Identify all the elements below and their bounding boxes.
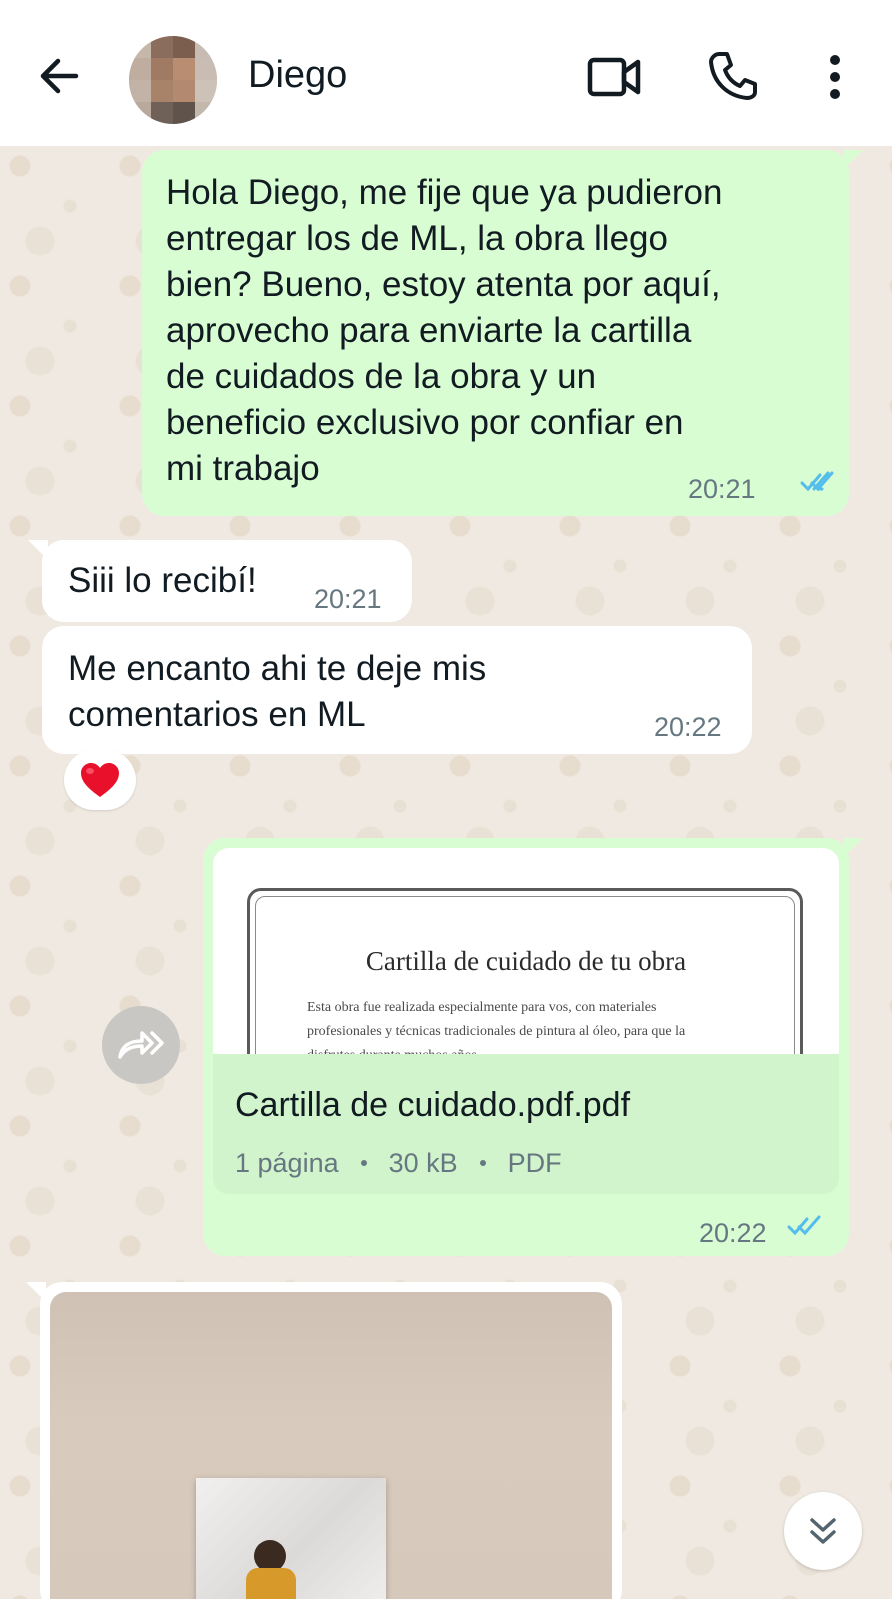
document-preview[interactable]: Cartilla de cuidado de tu obra Esta obra…	[213, 848, 839, 1054]
bubble-tail	[843, 838, 863, 858]
phone-icon	[709, 52, 757, 100]
message-time: 20:21	[688, 474, 756, 504]
more-vertical-icon	[830, 55, 840, 99]
outgoing-message[interactable]: Hola Diego, me fije que ya pudieron entr…	[142, 150, 863, 516]
message-line: bien? Bueno, estoy atenta por aquí,	[166, 265, 721, 304]
message-text: Siii lo recibí!	[68, 561, 257, 600]
document-size: 30 kB	[388, 1148, 458, 1178]
double-chevron-down-icon	[810, 1518, 836, 1544]
incoming-image-message[interactable]	[26, 1282, 622, 1599]
contact-name[interactable]: Diego	[248, 54, 347, 97]
avatar[interactable]	[129, 36, 217, 124]
document-preview-body: Esta obra fue realizada especialmente pa…	[307, 996, 747, 1054]
document-preview-line: disfrutes durante muchos años	[307, 1044, 747, 1054]
message-line: Me encanto ahi te deje mis	[68, 649, 487, 688]
document-info[interactable]: Cartilla de cuidado.pdf.pdf 1 página 30 …	[213, 1054, 839, 1194]
document-preview-line: profesionales y técnicas tradicionales d…	[307, 1024, 686, 1039]
bubble-tail	[28, 540, 48, 560]
heart-icon	[81, 763, 119, 797]
message-time: 20:21	[314, 584, 382, 614]
video-camera-icon	[587, 57, 641, 97]
video-call-button[interactable]	[586, 54, 644, 100]
double-check-icon	[800, 471, 834, 492]
forward-icon	[118, 1031, 164, 1059]
separator-dot	[360, 1160, 367, 1166]
message-line: comentarios en ML	[68, 695, 366, 734]
document-file-name: Cartilla de cuidado.pdf.pdf	[235, 1086, 631, 1124]
document-preview-line: Esta obra fue realizada especialmente pa…	[307, 1000, 657, 1015]
outgoing-document-message[interactable]: Cartilla de cuidado de tu obra Esta obra…	[203, 838, 863, 1256]
document-type: PDF	[507, 1148, 562, 1178]
bubble-tail	[26, 1282, 46, 1302]
double-check-icon	[787, 1215, 821, 1236]
separator-dot	[479, 1160, 486, 1166]
bubble-tail	[843, 150, 863, 170]
message-time: 20:22	[699, 1218, 767, 1248]
forward-button[interactable]	[102, 1006, 180, 1084]
message-photo[interactable]	[50, 1292, 612, 1599]
message-time: 20:22	[654, 712, 722, 742]
message-text: Hola Diego, me fije que ya pudieron entr…	[166, 170, 825, 492]
more-options-button[interactable]	[820, 52, 850, 102]
voice-call-button[interactable]	[707, 50, 757, 102]
document-preview-title: Cartilla de cuidado de tu obra	[365, 946, 687, 976]
message-line: Hola Diego, me fije que ya pudieron	[166, 173, 723, 212]
incoming-message[interactable]: Me encanto ahi te deje mis comentarios e…	[42, 626, 752, 754]
back-button[interactable]	[34, 50, 86, 102]
document-pages: 1 página	[235, 1148, 339, 1178]
arrow-left-icon	[40, 58, 79, 94]
message-line: beneficio exclusivo por confiar en	[166, 403, 684, 442]
message-line: entregar los de ML, la obra llego	[166, 219, 668, 258]
incoming-message[interactable]: Siii lo recibí! 20:21	[28, 540, 412, 622]
scroll-to-bottom-button[interactable]	[784, 1492, 862, 1570]
message-text: Me encanto ahi te deje mis comentarios e…	[68, 646, 726, 738]
message-reaction[interactable]	[64, 750, 136, 810]
message-line: aprovecho para enviarte la cartilla	[166, 311, 692, 350]
chat-header: Diego	[0, 0, 892, 146]
message-line: de cuidados de la obra y un	[166, 357, 597, 396]
document-meta: 1 página 30 kB PDF	[235, 1140, 562, 1186]
painting-figure-body	[246, 1568, 296, 1599]
